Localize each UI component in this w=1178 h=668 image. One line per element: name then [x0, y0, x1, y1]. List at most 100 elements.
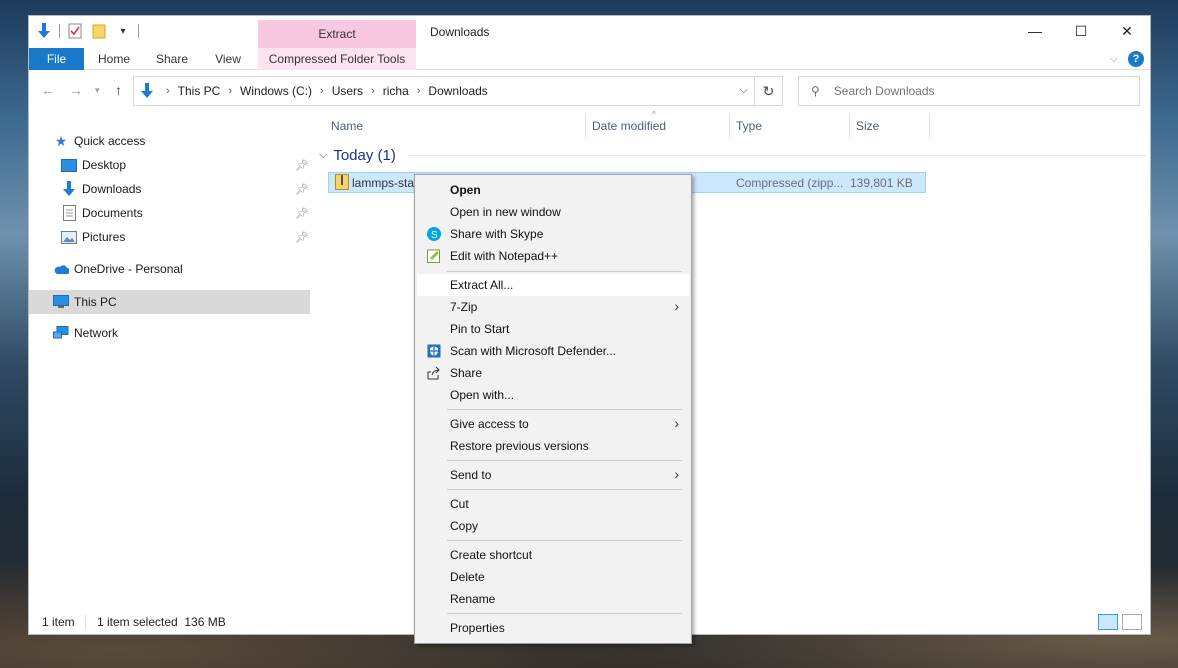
column-divider[interactable] [929, 113, 930, 139]
forward-arrow-icon[interactable]: → [69, 82, 83, 98]
file-name: lammps-sta [352, 176, 415, 190]
menu-item-extract-all[interactable]: Extract All... [417, 274, 689, 296]
menu-item-open-with[interactable]: Open with... [417, 384, 689, 406]
column-header-date-modified[interactable]: Date modified [592, 113, 666, 139]
status-divider [85, 615, 86, 629]
column-header-name[interactable]: Name [331, 113, 363, 139]
group-label: Today (1) [333, 147, 396, 164]
column-divider[interactable] [729, 113, 730, 139]
minimize-button[interactable]: — [1012, 16, 1058, 46]
menu-item-give-access[interactable]: Give access to › [417, 413, 689, 435]
menu-item-pin-start[interactable]: Pin to Start [417, 318, 689, 340]
chevron-right-icon[interactable]: › [228, 85, 232, 97]
nav-label: This PC [74, 295, 117, 309]
navigation-pane: ★ Quick access Desktop 📌︎ Downloads 📌︎ D… [29, 112, 312, 612]
selection-info: 1 item selected 136 MB [97, 615, 226, 629]
help-icon[interactable]: ? [1128, 51, 1144, 67]
menu-item-share-skype[interactable]: S Share with Skype [417, 223, 689, 245]
expand-ribbon-icon[interactable]: ⌵ [1110, 53, 1118, 66]
menu-item-7-zip[interactable]: 7-Zip › [417, 296, 689, 318]
chevron-right-icon[interactable]: › [371, 85, 375, 97]
menu-label: Rename [450, 592, 496, 606]
menu-item-rename[interactable]: Rename [417, 588, 689, 610]
nav-desktop[interactable]: Desktop [61, 154, 126, 176]
svg-text:S: S [431, 230, 438, 241]
details-view-icon[interactable] [1098, 614, 1118, 630]
menu-item-open[interactable]: Open [417, 179, 689, 201]
chevron-right-icon[interactable]: › [417, 85, 421, 97]
menu-item-delete[interactable]: Delete [417, 566, 689, 588]
menu-item-edit-notepad[interactable]: Edit with Notepad++ [417, 245, 689, 267]
nav-quick-access[interactable]: ★ Quick access [53, 130, 146, 152]
nav-network[interactable]: Network [53, 322, 118, 344]
column-header-type[interactable]: Type [736, 113, 762, 139]
nav-pictures[interactable]: Pictures [61, 226, 125, 248]
chevron-right-icon: › [674, 298, 679, 314]
breadcrumb-this-pc[interactable]: This PC [178, 84, 221, 98]
breadcrumb-richa[interactable]: richa [383, 84, 409, 98]
pin-icon[interactable]: 📌︎ [295, 159, 309, 172]
nav-downloads[interactable]: Downloads [61, 178, 141, 200]
tab-compressed-folder-tools[interactable]: Compressed Folder Tools [258, 48, 416, 70]
menu-label: Cut [450, 497, 469, 511]
properties-icon[interactable] [66, 22, 84, 40]
quick-access-toolbar: ▾ [35, 22, 139, 40]
tab-file[interactable]: File [29, 48, 84, 70]
customize-toolbar-icon[interactable]: ▾ [114, 22, 132, 40]
menu-separator [447, 271, 682, 272]
menu-item-send-to[interactable]: Send to › [417, 464, 689, 486]
search-box[interactable]: ⚲ [798, 76, 1140, 106]
tab-home[interactable]: Home [89, 48, 139, 70]
breadcrumb-users[interactable]: Users [332, 84, 363, 98]
window-title: Downloads [430, 25, 490, 39]
close-button[interactable]: ✕ [1104, 16, 1150, 46]
pin-icon[interactable]: 📌︎ [295, 207, 309, 220]
download-arrow-icon[interactable] [35, 22, 53, 40]
menu-item-properties[interactable]: Properties [417, 617, 689, 639]
menu-item-open-new-window[interactable]: Open in new window [417, 201, 689, 223]
new-folder-icon[interactable] [90, 22, 108, 40]
menu-item-copy[interactable]: Copy [417, 515, 689, 537]
nav-label: Network [74, 326, 119, 340]
breadcrumb-downloads[interactable]: Downloads [428, 84, 487, 98]
back-arrow-icon[interactable]: ← [41, 82, 55, 98]
file-size: 139,801 KB [850, 176, 913, 190]
breadcrumb-windows-c[interactable]: Windows (C:) [240, 84, 312, 98]
tab-view[interactable]: View [205, 48, 251, 70]
group-header-today[interactable]: ⌵ Today (1) [319, 147, 1146, 164]
chevron-down-icon[interactable]: ⌵ [319, 149, 327, 162]
menu-label: Send to [450, 468, 492, 482]
nav-label: Quick access [74, 134, 146, 148]
column-divider[interactable] [849, 113, 850, 139]
pin-icon[interactable]: 📌︎ [295, 231, 309, 244]
menu-item-cut[interactable]: Cut [417, 493, 689, 515]
menu-item-scan-defender[interactable]: Scan with Microsoft Defender... [417, 340, 689, 362]
nav-this-pc[interactable]: This PC [29, 290, 310, 314]
menu-separator [447, 409, 682, 410]
nav-label: Pictures [82, 230, 126, 244]
chevron-right-icon[interactable]: › [320, 85, 324, 97]
up-arrow-icon[interactable]: ↑ [115, 82, 122, 98]
large-icons-view-icon[interactable] [1122, 614, 1142, 630]
column-header-size[interactable]: Size [856, 113, 879, 139]
chevron-down-icon[interactable]: ⌵ [740, 84, 748, 97]
tab-share[interactable]: Share [147, 48, 197, 70]
menu-label: Create shortcut [450, 548, 533, 562]
menu-item-restore-versions[interactable]: Restore previous versions [417, 435, 689, 457]
column-divider[interactable] [585, 113, 586, 139]
search-input[interactable] [833, 84, 1114, 98]
maximize-button[interactable]: ☐ [1058, 16, 1104, 46]
share-icon [426, 365, 442, 381]
pin-icon[interactable]: 📌︎ [295, 183, 309, 196]
nav-onedrive[interactable]: OneDrive - Personal [53, 258, 183, 280]
menu-item-create-shortcut[interactable]: Create shortcut [417, 544, 689, 566]
item-count: 1 item [42, 615, 75, 629]
menu-label: Open [450, 183, 481, 197]
nav-documents[interactable]: Documents [61, 202, 143, 224]
menu-label: Properties [450, 621, 505, 635]
window-controls: — ☐ ✕ [1012, 16, 1150, 46]
recent-locations-icon[interactable]: ▾ [95, 85, 100, 96]
menu-item-share[interactable]: Share [417, 362, 689, 384]
address-bar[interactable]: › This PC › Windows (C:) › Users › richa… [133, 76, 755, 106]
refresh-button[interactable]: ↻ [755, 76, 783, 106]
